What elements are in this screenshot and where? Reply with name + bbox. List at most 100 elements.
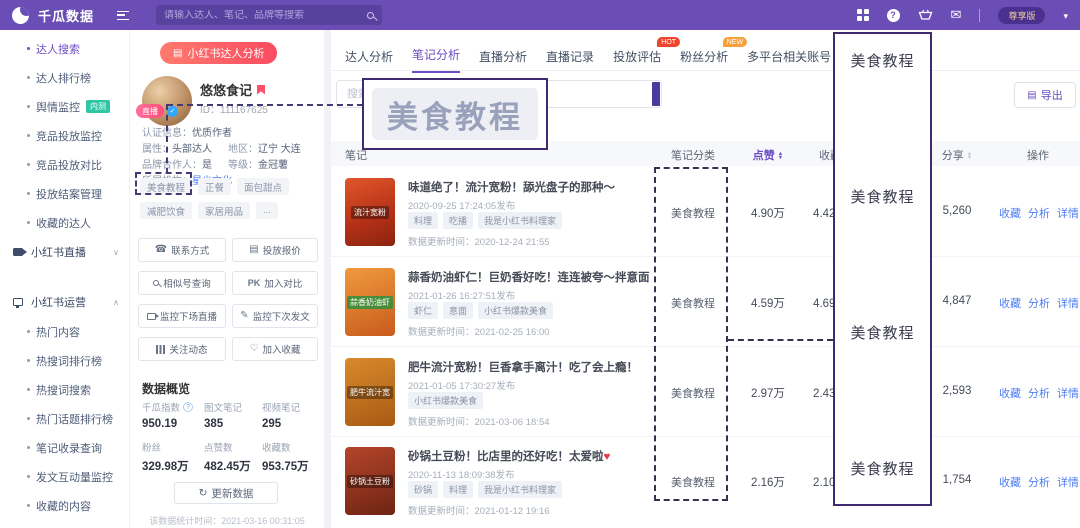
- button-label: 投放报价: [262, 246, 301, 257]
- note-title[interactable]: 蒜香奶油虾仁！巨奶香好吃！连连被夸～拌意面: [408, 269, 650, 285]
- tab-live-records[interactable]: 直播记录: [546, 42, 594, 73]
- annotation-category-text: 美食教程: [850, 53, 915, 70]
- qiangua-logo-icon[interactable]: [12, 6, 29, 24]
- account-chevron-down-icon[interactable]: [1063, 6, 1068, 24]
- sidebar-item-campaign-report[interactable]: 投放结案管理: [0, 179, 129, 208]
- sidebar-group-label: 小红书直播: [31, 247, 86, 259]
- note-thumbnail[interactable]: 肥牛流汁宽: [345, 358, 395, 426]
- tab-fans-analysis[interactable]: 粉丝分析 NEW: [680, 37, 748, 73]
- tab-note-analysis[interactable]: 笔记分析: [412, 40, 461, 73]
- add-compare-button[interactable]: PK 加入对比: [232, 271, 318, 295]
- xiaohongshu-link-icon[interactable]: [257, 84, 266, 95]
- help-icon[interactable]: ?: [886, 8, 900, 22]
- stat-label: 点赞数: [204, 443, 233, 454]
- brand-partner-label: 品牌合作人：: [142, 160, 202, 171]
- column-header-shares-sort[interactable]: 分享 ▲ ▼: [928, 147, 986, 163]
- sidebar-item-competitor-compare[interactable]: 竞品投放对比: [0, 150, 129, 179]
- note-thumbnail[interactable]: 砂锅土豆粉: [345, 447, 395, 515]
- talent-analysis-button[interactable]: 小红书达人分析: [160, 42, 278, 64]
- content-tag[interactable]: 减肥饮食: [140, 202, 193, 219]
- sidebar: 达人搜索 达人排行榜 舆情监控 内测 竞品投放监控 竞品投放对比 投放结案管理 收…: [0, 30, 130, 528]
- details-link[interactable]: 详情: [1057, 295, 1079, 311]
- sort-icon: ▲ ▼: [966, 150, 973, 162]
- details-link[interactable]: 详情: [1057, 474, 1079, 490]
- column-header-likes-sort[interactable]: 点赞 ▲ ▼: [736, 147, 800, 163]
- analyze-link[interactable]: 分析: [1028, 295, 1050, 311]
- annotation-magnified-column: 美食教程 美食教程 美食教程 美食教程: [833, 32, 932, 506]
- tab-multi-platform-accounts[interactable]: 多平台相关账号: [747, 42, 831, 73]
- level-label: 等级：: [228, 160, 258, 171]
- help-tooltip-icon[interactable]: ?: [183, 402, 194, 412]
- stat-value: 295: [262, 418, 282, 430]
- sidebar-item-note-inclusion-query[interactable]: 笔记收录查询: [0, 433, 129, 462]
- global-search-input[interactable]: [164, 9, 362, 21]
- analyze-link[interactable]: 分析: [1028, 205, 1050, 221]
- mail-icon[interactable]: [951, 6, 962, 24]
- tab-live-analysis[interactable]: 直播分析: [479, 42, 527, 73]
- note-thumbnail[interactable]: 蒜香奶油虾: [345, 268, 395, 336]
- menu-icon[interactable]: [117, 10, 130, 20]
- sidebar-item-talent-ranking[interactable]: 达人排行榜: [0, 63, 129, 92]
- sidebar-item-label: 投放结案管理: [36, 188, 102, 201]
- tab-campaign-evaluation[interactable]: 投放评估 HOT: [613, 37, 681, 73]
- version-badge: 尊享版: [998, 6, 1046, 24]
- favorite-link[interactable]: 收藏: [999, 205, 1021, 221]
- sidebar-item-favorite-talents[interactable]: 收藏的达人: [0, 208, 129, 237]
- live-badge: 直播: [136, 104, 164, 118]
- details-link[interactable]: 详情: [1057, 205, 1079, 221]
- favorite-link[interactable]: 收藏: [999, 385, 1021, 401]
- sidebar-item-post-engagement-monitor[interactable]: 发文互动量监控: [0, 462, 129, 491]
- note-title[interactable]: 味道绝了！流汁宽粉！舔光盘子的那种～: [408, 179, 615, 195]
- sidebar-group-xhs-operation[interactable]: 小红书运营 ∧: [0, 287, 129, 317]
- level-value: 金冠薯: [258, 160, 288, 171]
- apps-grid-icon[interactable]: [856, 9, 869, 21]
- content-tag[interactable]: 面包甜点: [237, 178, 290, 195]
- global-search[interactable]: [156, 5, 383, 25]
- sidebar-item-label: 热搜词排行榜: [36, 355, 102, 368]
- sidebar-item-label: 收藏的内容: [36, 500, 91, 513]
- sidebar-item-opinion-monitor[interactable]: 舆情监控 内测: [0, 92, 129, 121]
- content-tag-more[interactable]: ...: [256, 202, 278, 219]
- thumbnail-caption: 蒜香奶油虾: [347, 295, 393, 309]
- chevron-down-icon: ∨: [113, 247, 119, 257]
- document-icon: [173, 47, 182, 59]
- tab-talent-analysis[interactable]: 达人分析: [345, 42, 393, 73]
- monitor-next-live-button[interactable]: 监控下场直播: [138, 304, 226, 328]
- favorite-link[interactable]: 收藏: [999, 295, 1021, 311]
- likes-value: 4.59万: [751, 298, 785, 310]
- export-button[interactable]: 导出: [1014, 82, 1076, 108]
- sidebar-item-hot-topic-ranking[interactable]: 热门话题排行榜: [0, 404, 129, 433]
- contact-button[interactable]: 联系方式: [138, 238, 226, 262]
- sidebar-group-xhs-live[interactable]: 小红书直播 ∨: [0, 237, 129, 267]
- follow-updates-button[interactable]: 关注动态: [138, 337, 226, 361]
- note-tag: 我是小红书料理家: [478, 481, 563, 498]
- sidebar-item-hot-word-search[interactable]: 热搜词搜索: [0, 375, 129, 404]
- content-tag[interactable]: 家居用品: [198, 202, 251, 219]
- content-tag[interactable]: 正餐: [198, 178, 232, 195]
- note-title[interactable]: 砂锅土豆粉！比店里的还好吃！太爱啦♥: [408, 448, 610, 464]
- sidebar-item-competitor-monitor[interactable]: 竞品投放监控: [0, 121, 129, 150]
- details-link[interactable]: 详情: [1057, 385, 1079, 401]
- refresh-data-button[interactable]: 更新数据: [174, 482, 278, 504]
- quote-button[interactable]: 投放报价: [232, 238, 318, 262]
- analyze-link[interactable]: 分析: [1028, 385, 1050, 401]
- note-thumbnail[interactable]: 流汁宽粉: [345, 178, 395, 246]
- text-cursor: [652, 82, 660, 106]
- note-tag: 意面: [443, 302, 474, 319]
- analyze-link[interactable]: 分析: [1028, 474, 1050, 490]
- favorite-link[interactable]: 收藏: [999, 474, 1021, 490]
- sidebar-item-talent-search[interactable]: 达人搜索: [0, 34, 129, 63]
- sidebar-item-favorite-content[interactable]: 收藏的内容: [0, 491, 129, 520]
- cart-icon[interactable]: [918, 9, 933, 22]
- search-icon[interactable]: [367, 11, 375, 19]
- pencil-icon: [240, 311, 248, 321]
- sidebar-item-hot-word-ranking[interactable]: 热搜词排行榜: [0, 346, 129, 375]
- column-header-label: 点赞: [752, 150, 775, 162]
- add-favorite-button[interactable]: 加入收藏: [232, 337, 318, 361]
- monitor-next-post-button[interactable]: 监控下次发文: [232, 304, 318, 328]
- sidebar-item-hot-content[interactable]: 热门内容: [0, 317, 129, 346]
- note-title[interactable]: 肥牛流汁宽粉！巨香拿手离汁！吃了会上瘾！: [408, 359, 638, 375]
- similar-account-button[interactable]: 相似号查询: [138, 271, 226, 295]
- beta-badge: 内测: [86, 100, 110, 113]
- sidebar-item-label: 发文互动量监控: [36, 471, 113, 484]
